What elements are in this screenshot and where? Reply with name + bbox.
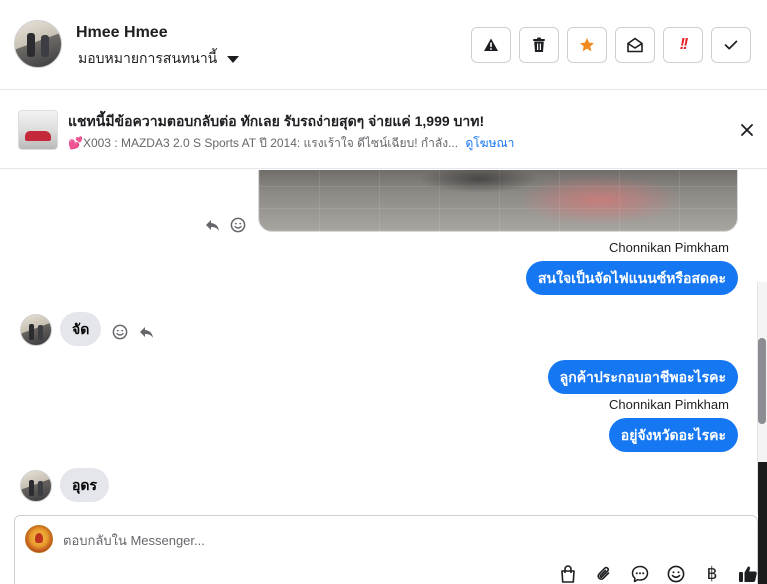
page-avatar: [25, 525, 53, 553]
paperclip-icon: [597, 566, 610, 580]
delete-conversation-button[interactable]: [519, 27, 559, 63]
star-conversation-button[interactable]: [567, 27, 607, 63]
chat-bubble-icon: [631, 565, 649, 583]
saved-replies-button[interactable]: [629, 563, 651, 584]
thumbs-up-icon: [739, 566, 757, 582]
urgent-icon: !!: [679, 36, 689, 53]
composer-toolbar: ฿: [557, 563, 759, 584]
close-icon: [741, 124, 753, 136]
reply-icon: [139, 326, 153, 338]
messenger-conversation-panel: Hmee Hmee มอบหมายการสนทนานี้ !! แชทนี้มี…: [0, 0, 767, 584]
reply-button[interactable]: [203, 216, 221, 234]
outgoing-message-bubble[interactable]: ลูกค้าประกอบอาชีพอะไรคะ: [547, 360, 738, 394]
assign-conversation-label: มอบหมายการสนทนานี้: [78, 50, 218, 66]
message-composer: ฿: [14, 515, 758, 584]
contact-avatar-small[interactable]: [20, 470, 52, 502]
reply-input[interactable]: [63, 530, 683, 550]
ad-description-text: 💕X003 : MAZDA3 2.0 S Sports AT ปี 2014: …: [68, 136, 459, 150]
photo-message-actions: [203, 216, 247, 234]
incoming-message-bubble[interactable]: จัด: [60, 312, 102, 346]
close-banner-button[interactable]: [736, 119, 758, 141]
caret-down-icon: [227, 55, 240, 63]
envelope-open-icon: [627, 37, 643, 53]
react-button[interactable]: [229, 216, 247, 234]
outgoing-message-bubble[interactable]: อยู่จังหวัดอะไรคะ: [608, 418, 738, 452]
window-edge: [758, 462, 767, 584]
check-icon: [724, 40, 738, 50]
sender-name: Chonnikan Pimkham: [609, 240, 729, 255]
ad-title: แชทนี้มีข้อความตอบกลับต่อ ทักเลย รับรถง่…: [68, 113, 485, 129]
shared-photo-attachment[interactable]: [258, 170, 738, 232]
emoji-button[interactable]: [665, 563, 687, 584]
contact-name[interactable]: Hmee Hmee: [76, 24, 168, 42]
emoji-icon: [112, 324, 128, 340]
contact-avatar[interactable]: [14, 20, 62, 68]
assign-conversation-dropdown[interactable]: มอบหมายการสนทนานี้: [78, 48, 240, 70]
contact-avatar-small[interactable]: [20, 314, 52, 346]
send-like-button[interactable]: [737, 563, 759, 584]
trash-icon: [533, 37, 545, 52]
baht-icon: ฿: [706, 564, 718, 584]
ad-context-banner: แชทนี้มีข้อความตอบกลับต่อ ทักเลย รับรถง่…: [0, 91, 767, 169]
conversation-header: Hmee Hmee มอบหมายการสนทนานี้ !!: [0, 0, 767, 90]
bag-icon: [561, 565, 575, 583]
star-icon: [580, 38, 594, 52]
reply-icon: [205, 219, 219, 231]
message-thread[interactable]: Chonnikan Pimkham สนใจเป็นจัดไฟแนนซ์หรือ…: [0, 170, 767, 514]
attach-file-button[interactable]: [593, 563, 615, 584]
urgent-button[interactable]: !!: [663, 27, 703, 63]
ad-description: 💕X003 : MAZDA3 2.0 S Sports AT ปี 2014: …: [68, 134, 514, 153]
scrollbar-thumb[interactable]: [758, 338, 766, 424]
view-ad-link[interactable]: ดูโฆษณา: [465, 136, 514, 150]
emoji-icon: [230, 217, 246, 233]
report-spam-button[interactable]: [471, 27, 511, 63]
mark-unread-button[interactable]: [615, 27, 655, 63]
conversation-toolbar: !!: [471, 27, 751, 63]
incoming-message-actions: [111, 323, 155, 341]
react-button[interactable]: [111, 323, 129, 341]
mark-done-button[interactable]: [711, 27, 751, 63]
sender-name: Chonnikan Pimkham: [609, 397, 729, 412]
incoming-message-bubble[interactable]: อุดร: [60, 468, 110, 502]
warning-icon: [484, 38, 498, 51]
shop-button[interactable]: [557, 563, 579, 584]
outgoing-message-bubble[interactable]: สนใจเป็นจัดไฟแนนซ์หรือสดคะ: [526, 261, 738, 295]
reply-button[interactable]: [137, 323, 155, 341]
emoji-icon: [667, 565, 685, 583]
ad-thumbnail[interactable]: [18, 110, 58, 150]
payment-button[interactable]: ฿: [701, 563, 723, 584]
